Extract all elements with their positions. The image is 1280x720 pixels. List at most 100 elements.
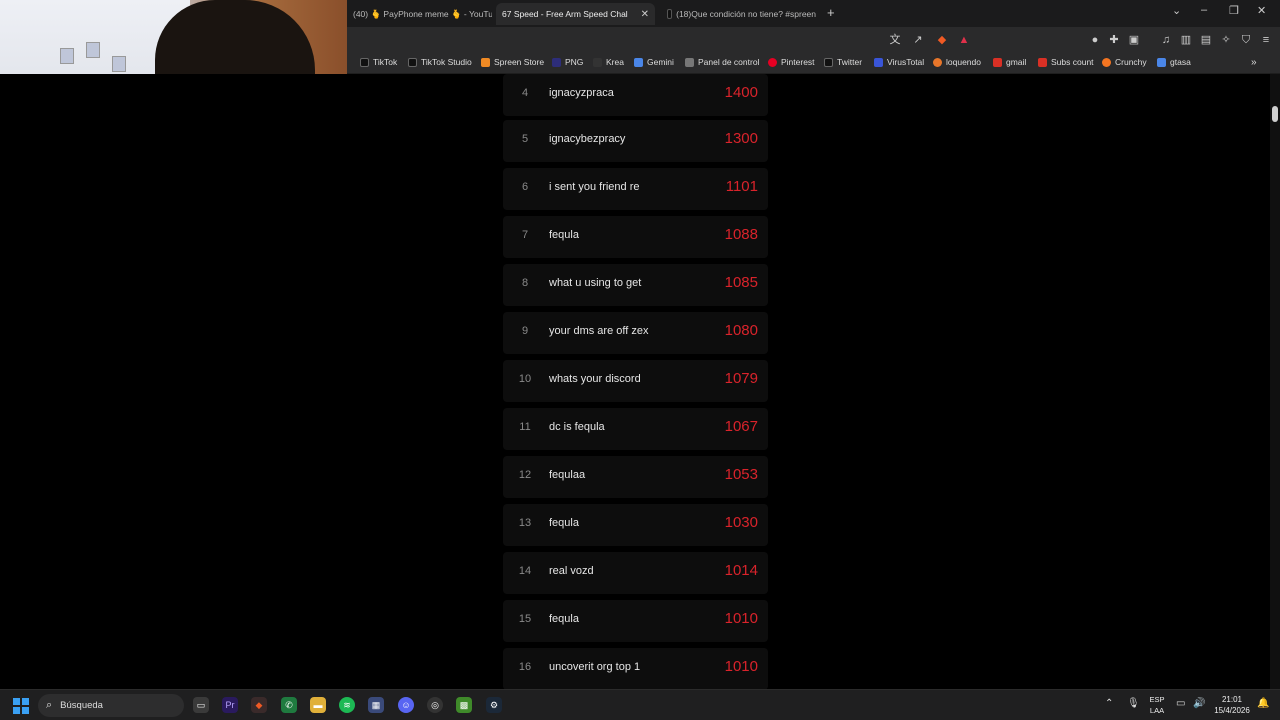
panel-icon [685,57,694,67]
leaderboard-row: 13 fequla 1030 [503,504,768,546]
bookmark-spreen-store[interactable]: Spreen Store [481,57,544,67]
more-bookmarks-icon[interactable]: » [1251,57,1257,68]
bookmark-gmail[interactable]: gmail [993,57,1026,67]
bookmark-twitter[interactable]: Twitter [824,57,862,67]
png-icon [552,57,561,67]
bookmark-png[interactable]: PNG [552,57,583,67]
page-scrollbar[interactable] [1270,74,1280,689]
page-content: 4 ignacyzpraca 1400 5 ignacybezpracy 130… [0,74,1280,689]
bookmark-virustotal[interactable]: VirusTotal [874,57,924,67]
browser-tab-strip: (40) 🫰 PayPhone meme 🫰 - YouTube 67 Spee… [347,0,1280,27]
clock-time: 21:01 [1221,695,1243,704]
bookmark-label: gmail [1006,57,1027,67]
bookmark-crunchy[interactable]: Crunchy [1102,57,1147,67]
obs-icon[interactable]: ◎ [427,697,443,713]
windows-start-icon[interactable] [13,698,29,714]
music-icon[interactable]: ♫ [1159,33,1173,47]
new-tab-icon[interactable]: + [827,5,835,20]
bookmark-label: loquendo [946,57,981,67]
tab-label: (18)Que condición no tiene? #spreen [676,9,816,19]
player-name: dc is fequla [549,421,605,433]
tab-condicion[interactable]: (18)Que condición no tiene? #spreen [661,3,816,25]
brave-rewards-icon[interactable]: ▲ [957,33,971,47]
browser-toolbar: 文 ↗ ◆ ▲ ● ✚ ▣ ♫ ▥ ▤ ✧ ⛉ ≡ [347,27,1280,53]
rank-number: 10 [518,373,532,385]
task-view-icon[interactable]: ▭ [193,697,209,713]
player-score: 1079 [724,370,758,387]
bookmark-label: Pinterest [781,57,815,67]
tray-chevron-icon[interactable]: ⌃ [1105,698,1113,709]
bookmark-label: gtasa [1170,57,1191,67]
bookmark-pinterest[interactable]: Pinterest [768,57,815,67]
rank-number: 8 [521,277,529,289]
scrollbar-thumb[interactable] [1272,106,1278,122]
tiktok-icon [667,9,673,19]
bookmark-loquendo[interactable]: loquendo [933,57,981,67]
rank-number: 16 [518,661,532,673]
system-clock[interactable]: 21:01 15/4/2026 [1212,694,1252,716]
input-language[interactable]: ESP LAA [1146,694,1168,716]
share-icon[interactable]: ↗ [911,33,925,47]
player-name: fequla [549,229,579,241]
whatsapp-icon[interactable]: ✆ [281,697,297,713]
spotify-icon[interactable]: ≋ [339,697,355,713]
taskbar-search-box[interactable]: ⌕ Búsqueda [38,694,184,717]
player-name: your dms are off zex [549,325,649,337]
x-icon [824,57,833,67]
steam-icon[interactable]: ⚙ [486,697,502,713]
network-icon[interactable]: ▭ [1176,698,1185,709]
close-tab-icon[interactable]: ✕ [641,9,649,20]
wall-poster [60,48,74,64]
tab-search-chevron-icon[interactable]: ⌄ [1172,4,1181,17]
tab-67-speed[interactable]: 67 Speed - Free Arm Speed Chal ✕ [496,3,655,25]
brave-browser-icon[interactable]: ◆ [251,697,267,713]
search-placeholder: Búsqueda [60,700,103,711]
vpn-shield-icon[interactable]: ⛉ [1239,33,1253,47]
wallet-card-icon[interactable]: ▤ [1199,33,1213,47]
tab-payphone[interactable]: (40) 🫰 PayPhone meme 🫰 - YouTube [347,3,492,25]
bookmark-label: Krea [606,57,624,67]
windows-taskbar: ⌕ Búsqueda ▭ Pr ◆ ✆ ▬ ≋ ▦ ☺ ◎ ▩ ⚙ ⌃ 🎙 ES… [0,689,1280,720]
translate-icon[interactable]: 文 [888,33,902,47]
file-explorer-icon[interactable]: ▬ [310,697,326,713]
keyboard-layout: LAA [1149,706,1165,715]
leo-ai-icon[interactable]: ✧ [1219,33,1233,47]
bookmark-tiktok-studio[interactable]: TikTok Studio [408,57,472,67]
discord-icon[interactable]: ☺ [398,697,414,713]
wallet-icon[interactable]: ● [1088,33,1102,47]
bookmark-gemini[interactable]: Gemini [634,57,674,67]
bookmark-label: Panel de control [698,57,760,67]
leaderboard-row: 14 real vozd 1014 [503,552,768,594]
volume-icon[interactable]: 🔊 [1193,698,1205,709]
premiere-pro-icon[interactable]: Pr [222,697,238,713]
screenshot-icon[interactable]: ▣ [1127,33,1141,47]
microsoft-store-icon[interactable]: ▦ [368,697,384,713]
bookmark-krea[interactable]: Krea [593,57,624,67]
leaderboard-row: 9 your dms are off zex 1080 [503,312,768,354]
rank-number: 14 [518,565,532,577]
bookmark-label: PNG [565,57,584,67]
extensions-icon[interactable]: ✚ [1107,33,1121,47]
rank-number: 15 [518,613,532,625]
sparkle-icon [634,57,643,67]
player-score: 1080 [724,322,758,339]
player-score: 1088 [724,226,758,243]
restore-icon[interactable]: ❐ [1229,4,1239,17]
minecraft-icon[interactable]: ▩ [456,697,472,713]
microphone-icon[interactable]: 🎙 [1127,698,1140,709]
leaderboard-row: 5 ignacybezpracy 1300 [503,120,768,162]
notifications-bell-icon[interactable]: 🔔 [1257,698,1269,709]
sidebar-icon[interactable]: ▥ [1179,33,1193,47]
bookmark-subs-count[interactable]: Subs count [1038,57,1094,67]
window-close-icon[interactable]: ✕ [1257,4,1266,17]
menu-icon[interactable]: ≡ [1259,33,1273,47]
bookmark-label: Spreen Store [494,57,545,67]
player-name: fequla [549,517,579,529]
player-name: fequla [549,613,579,625]
minimize-icon[interactable]: – [1201,4,1207,16]
bookmark-panel-de-control[interactable]: Panel de control [685,57,759,67]
bookmark-tiktok[interactable]: TikTok [360,57,397,67]
rank-number: 5 [521,133,529,145]
bookmark-gtasa[interactable]: gtasa [1157,57,1191,67]
brave-shields-icon[interactable]: ◆ [935,33,949,47]
